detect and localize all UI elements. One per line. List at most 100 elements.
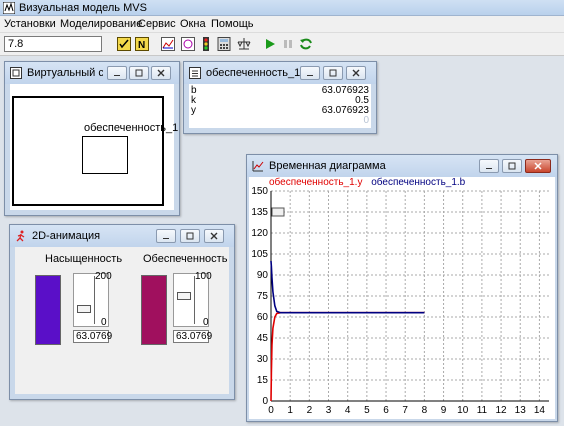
variable-row: 0 — [191, 116, 369, 126]
maximize-button[interactable] — [129, 66, 149, 80]
window-titlebar[interactable]: 2D-анимация — [10, 225, 234, 247]
y-tick-label: 135 — [251, 207, 268, 218]
x-tick-label: 3 — [326, 405, 332, 416]
menu-help[interactable]: Помощь — [211, 18, 254, 30]
x-tick-label: 4 — [345, 405, 351, 416]
x-tick-label: 14 — [534, 405, 546, 416]
virtual-stand-canvas: обеспеченность_1 — [10, 84, 178, 210]
menu-windows[interactable]: Окна — [180, 18, 206, 30]
chart-icon[interactable] — [160, 36, 176, 52]
variable-row: b 63.076923 — [191, 86, 369, 96]
variables-window[interactable]: обеспеченность_1 b 63.076923 k 0.5 y 63.… — [183, 61, 377, 134]
saturation-slider-thumb[interactable] — [77, 304, 91, 313]
variable-row: y 63.076923 — [191, 106, 369, 116]
scales-icon[interactable] — [236, 36, 252, 52]
close-button[interactable] — [525, 159, 551, 173]
time-input[interactable] — [4, 36, 102, 52]
pause-icon[interactable] — [280, 36, 296, 52]
x-tick-label: 0 — [268, 405, 274, 416]
variable-value: 0 — [363, 115, 369, 126]
restart-icon[interactable] — [298, 36, 314, 52]
x-tick-label: 13 — [515, 405, 527, 416]
maximize-button[interactable] — [502, 159, 522, 173]
close-button[interactable] — [151, 66, 171, 80]
x-tick-label: 7 — [402, 405, 408, 416]
minimize-button[interactable] — [107, 66, 127, 80]
stand-label: обеспеченность_1 — [84, 122, 179, 134]
close-button[interactable] — [204, 229, 224, 243]
window-icon — [10, 67, 22, 79]
minimize-button[interactable] — [300, 66, 320, 80]
close-button[interactable] — [346, 66, 366, 80]
main-titlebar: Визуальная модель MVS — [0, 0, 564, 16]
variables-list: b 63.076923 k 0.5 y 63.076923 0 — [189, 84, 371, 128]
provision-bar — [141, 275, 167, 345]
x-tick-label: 11 — [477, 405, 488, 416]
menu-bar: Установки Моделирование Сервис Окна Помо… — [0, 16, 564, 33]
provision-max: 100 — [195, 271, 212, 282]
app-title: Визуальная модель MVS — [19, 2, 147, 14]
menu-settings[interactable]: Установки — [4, 18, 56, 30]
variables-icon[interactable] — [116, 36, 132, 52]
stand-block[interactable] — [82, 136, 128, 174]
traffic-light-icon[interactable] — [198, 36, 214, 52]
maximize-button[interactable] — [323, 66, 343, 80]
chart-value-slider — [271, 207, 285, 217]
virtual-stand-window[interactable]: Виртуальный с... обеспеченность_1 — [4, 61, 180, 216]
slider-track-line — [194, 276, 195, 324]
provision-label: Обеспеченность — [143, 253, 228, 265]
y-tick-label: 105 — [251, 249, 268, 260]
x-tick-label: 8 — [422, 405, 428, 416]
x-tick-label: 5 — [364, 405, 370, 416]
x-tick-label: 2 — [307, 405, 313, 416]
saturation-label: Насыщенность — [45, 253, 123, 265]
toolbar: N — [0, 33, 564, 56]
y-tick-label: 0 — [262, 396, 268, 407]
time-chart[interactable]: 0 1 2 3 4 5 6 7 8 9 10 11 12 13 1401530456075901051201… — [249, 177, 557, 421]
chart-area: обеспеченность_1.y обеспеченность_1.b 01… — [249, 177, 555, 419]
variable-name: y — [191, 105, 196, 116]
x-tick-label: 9 — [441, 405, 447, 416]
x-tick-label: 12 — [496, 405, 508, 416]
provision-slider-thumb[interactable] — [177, 291, 191, 300]
animation-window[interactable]: 2D-анимация Насыщенность 200 0 63.0769 О… — [9, 224, 235, 400]
window-title: обеспеченность_1 — [206, 67, 301, 79]
window-icon — [189, 67, 201, 79]
saturation-fill — [36, 276, 60, 344]
phase-icon[interactable] — [180, 36, 196, 52]
window-titlebar[interactable]: Виртуальный с... — [5, 62, 179, 84]
y-tick-label: 30 — [257, 354, 269, 365]
runner-icon — [16, 230, 25, 242]
menu-service[interactable]: Сервис — [138, 18, 176, 30]
y-tick-label: 75 — [257, 291, 269, 302]
y-tick-label: 150 — [251, 186, 268, 197]
y-tick-label: 120 — [251, 228, 268, 239]
window-titlebar[interactable]: обеспеченность_1 — [184, 62, 376, 84]
y-tick-label: 15 — [257, 375, 269, 386]
window-titlebar[interactable]: Временная диаграмма — [247, 155, 557, 177]
window-title: Виртуальный с... — [27, 67, 103, 79]
chart-icon — [252, 161, 264, 172]
animation-canvas: Насыщенность 200 0 63.0769 Обеспеченност… — [15, 247, 229, 394]
provision-fill — [142, 276, 166, 344]
y-tick-label: 60 — [257, 312, 269, 323]
maximize-button[interactable] — [180, 229, 200, 243]
x-tick-label: 10 — [457, 405, 469, 416]
variable-value: 63.076923 — [321, 105, 369, 116]
stand-frame: обеспеченность_1 — [12, 96, 178, 206]
saturation-max: 200 — [95, 271, 112, 282]
x-tick-label: 1 — [287, 405, 293, 416]
saturation-bar — [35, 275, 61, 345]
minimize-button[interactable] — [156, 229, 176, 243]
x-tick-label: 6 — [383, 405, 389, 416]
window-title: Временная диаграмма — [269, 160, 386, 172]
minimize-button[interactable] — [479, 159, 499, 173]
menu-modeling[interactable]: Моделирование — [60, 18, 142, 30]
n-icon[interactable]: N — [134, 36, 150, 52]
play-icon[interactable] — [262, 36, 278, 52]
y-tick-label: 45 — [257, 333, 269, 344]
time-diagram-window[interactable]: Временная диаграмма обеспеченность_1.y о… — [246, 154, 558, 422]
y-tick-label: 90 — [257, 270, 269, 281]
slider-track-line — [94, 276, 95, 324]
calculator-icon[interactable] — [216, 36, 232, 52]
